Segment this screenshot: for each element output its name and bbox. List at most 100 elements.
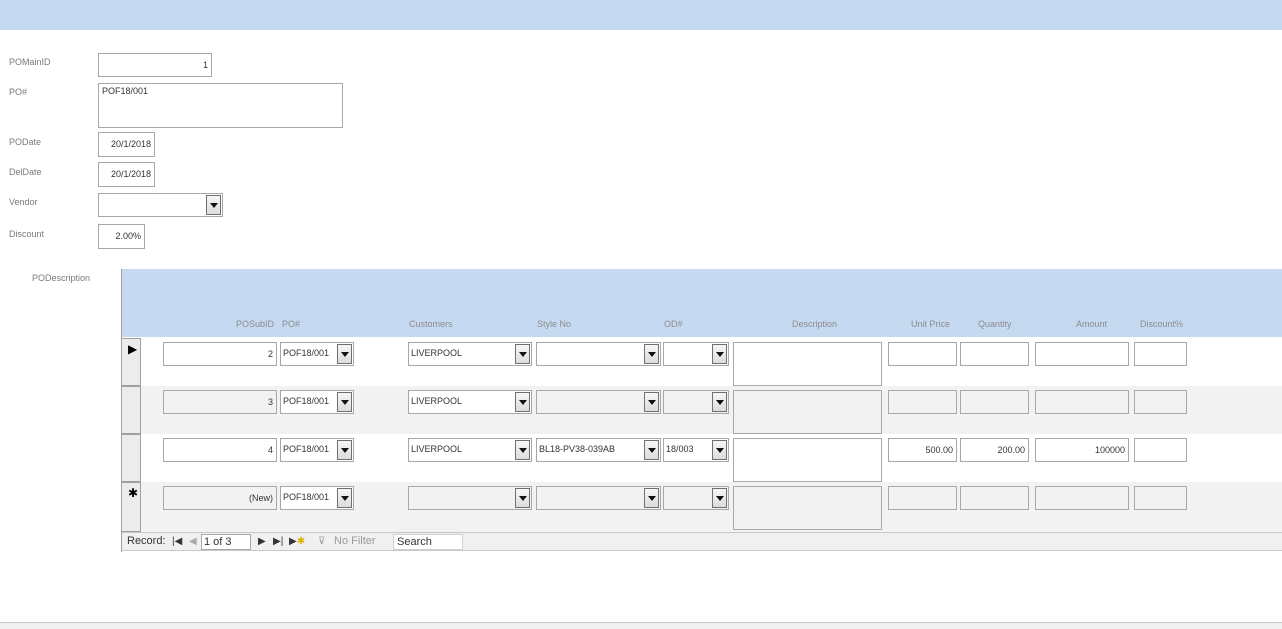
unit-price-cell[interactable] bbox=[888, 486, 957, 510]
col-header-amount: Amount bbox=[1076, 319, 1108, 329]
previous-record-icon[interactable]: ◀ bbox=[189, 536, 197, 547]
quantity-cell[interactable]: 200.00 bbox=[960, 438, 1029, 462]
current-record-box[interactable]: 1 of 3 bbox=[201, 534, 251, 550]
chevron-down-icon[interactable] bbox=[644, 392, 659, 412]
customers-value: LIVERPOOL bbox=[411, 348, 463, 358]
chevron-down-icon[interactable] bbox=[337, 440, 352, 460]
label-deldate: DelDate bbox=[9, 167, 42, 177]
col-header-po: PO# bbox=[282, 319, 301, 329]
col-header-style-no: Style No bbox=[537, 319, 572, 329]
description-cell[interactable] bbox=[733, 438, 882, 482]
style-no-combo[interactable] bbox=[536, 390, 661, 414]
chevron-down-icon[interactable] bbox=[206, 195, 221, 215]
style-no-combo[interactable] bbox=[536, 342, 661, 366]
chevron-down-icon[interactable] bbox=[712, 488, 727, 508]
col-header-quantity: Quantity bbox=[978, 319, 1012, 329]
label-discount: Discount bbox=[9, 229, 45, 239]
unit-price-cell[interactable] bbox=[888, 390, 957, 414]
po-combo[interactable]: POF18/001 bbox=[280, 438, 354, 462]
chevron-down-icon[interactable] bbox=[712, 440, 727, 460]
unit-price-cell[interactable] bbox=[888, 342, 957, 366]
col-header-unit-price: Unit Price bbox=[911, 319, 951, 329]
next-record-icon[interactable]: ▶ bbox=[258, 536, 266, 547]
record-selector[interactable]: ✱ bbox=[121, 482, 141, 532]
posubid-cell[interactable]: (New) bbox=[163, 486, 277, 510]
discount-field[interactable]: 2.00% bbox=[98, 224, 145, 249]
description-cell[interactable] bbox=[733, 390, 882, 434]
quantity-cell[interactable] bbox=[960, 486, 1029, 510]
po-combo[interactable]: POF18/001 bbox=[280, 342, 354, 366]
chevron-down-icon[interactable] bbox=[712, 392, 727, 412]
po-value: POF18/001 bbox=[283, 348, 330, 358]
amount-cell[interactable]: 100000 bbox=[1035, 438, 1129, 462]
od-combo[interactable] bbox=[663, 342, 729, 366]
col-header-customers: Customers bbox=[409, 319, 453, 329]
po-value: POF18/001 bbox=[283, 396, 330, 406]
customers-combo[interactable]: LIVERPOOL bbox=[408, 390, 532, 414]
record-selector[interactable]: ▶ bbox=[121, 338, 141, 386]
unit-price-cell[interactable]: 500.00 bbox=[888, 438, 957, 462]
style-no-combo[interactable]: BL18-PV38-039AB bbox=[536, 438, 661, 462]
po-combo[interactable]: POF18/001 bbox=[280, 486, 354, 510]
new-record-icon: ✱ bbox=[128, 486, 139, 500]
po-combo[interactable]: POF18/001 bbox=[280, 390, 354, 414]
discount-pct-cell[interactable] bbox=[1134, 342, 1187, 366]
chevron-down-icon[interactable] bbox=[515, 392, 530, 412]
last-record-icon[interactable]: ▶| bbox=[273, 536, 283, 547]
amount-cell[interactable] bbox=[1035, 486, 1129, 510]
col-header-discount-pct: Discount% bbox=[1140, 319, 1184, 329]
customers-value: LIVERPOOL bbox=[411, 396, 463, 406]
style-no-value: BL18-PV38-039AB bbox=[539, 444, 616, 454]
search-input[interactable]: Search bbox=[393, 534, 463, 550]
pomainid-field[interactable]: 1 bbox=[98, 53, 212, 77]
customers-combo[interactable]: LIVERPOOL bbox=[408, 342, 532, 366]
od-value: 18/003 bbox=[666, 444, 694, 454]
podate-field[interactable]: 20/1/2018 bbox=[98, 132, 155, 157]
vendor-combo[interactable] bbox=[98, 193, 223, 217]
first-record-icon[interactable]: |◀ bbox=[172, 536, 182, 547]
chevron-down-icon[interactable] bbox=[515, 344, 530, 364]
od-combo[interactable]: 18/003 bbox=[663, 438, 729, 462]
od-combo[interactable] bbox=[663, 486, 729, 510]
description-cell[interactable] bbox=[733, 342, 882, 386]
new-record-nav-icon[interactable]: ▶✱ bbox=[289, 536, 305, 547]
amount-cell[interactable] bbox=[1035, 342, 1129, 366]
chevron-down-icon[interactable] bbox=[515, 440, 530, 460]
quantity-cell[interactable] bbox=[960, 390, 1029, 414]
amount-cell[interactable] bbox=[1035, 390, 1129, 414]
posubid-cell[interactable]: 2 bbox=[163, 342, 277, 366]
chevron-down-icon[interactable] bbox=[644, 440, 659, 460]
deldate-field[interactable]: 20/1/2018 bbox=[98, 162, 155, 187]
posubid-cell[interactable]: 4 bbox=[163, 438, 277, 462]
no-filter-label[interactable]: No Filter bbox=[334, 535, 376, 547]
chevron-down-icon[interactable] bbox=[515, 488, 530, 508]
customers-combo[interactable] bbox=[408, 486, 532, 510]
col-header-od: OD# bbox=[664, 319, 683, 329]
discount-pct-cell[interactable] bbox=[1134, 438, 1187, 462]
chevron-down-icon[interactable] bbox=[337, 344, 352, 364]
record-selector[interactable] bbox=[121, 386, 141, 434]
chevron-down-icon[interactable] bbox=[644, 344, 659, 364]
posubid-cell[interactable]: 3 bbox=[163, 390, 277, 414]
label-pomainid: POMainID bbox=[9, 57, 51, 67]
po-field[interactable]: POF18/001 bbox=[98, 83, 343, 128]
chevron-down-icon[interactable] bbox=[644, 488, 659, 508]
main-record-navigation-bar bbox=[0, 622, 1282, 629]
customers-combo[interactable]: LIVERPOOL bbox=[408, 438, 532, 462]
discount-pct-cell[interactable] bbox=[1134, 486, 1187, 510]
quantity-cell[interactable] bbox=[960, 342, 1029, 366]
discount-pct-cell[interactable] bbox=[1134, 390, 1187, 414]
label-po: PO# bbox=[9, 87, 28, 97]
filter-icon[interactable]: ⊽ bbox=[318, 536, 325, 547]
current-record-icon: ▶ bbox=[128, 342, 138, 356]
od-combo[interactable] bbox=[663, 390, 729, 414]
style-no-combo[interactable] bbox=[536, 486, 661, 510]
description-cell[interactable] bbox=[733, 486, 882, 530]
chevron-down-icon[interactable] bbox=[337, 392, 352, 412]
label-podate: PODate bbox=[9, 137, 42, 147]
col-header-description: Description bbox=[792, 319, 838, 329]
chevron-down-icon[interactable] bbox=[337, 488, 352, 508]
chevron-down-icon[interactable] bbox=[712, 344, 727, 364]
record-selector[interactable] bbox=[121, 434, 141, 482]
customers-value: LIVERPOOL bbox=[411, 444, 463, 454]
